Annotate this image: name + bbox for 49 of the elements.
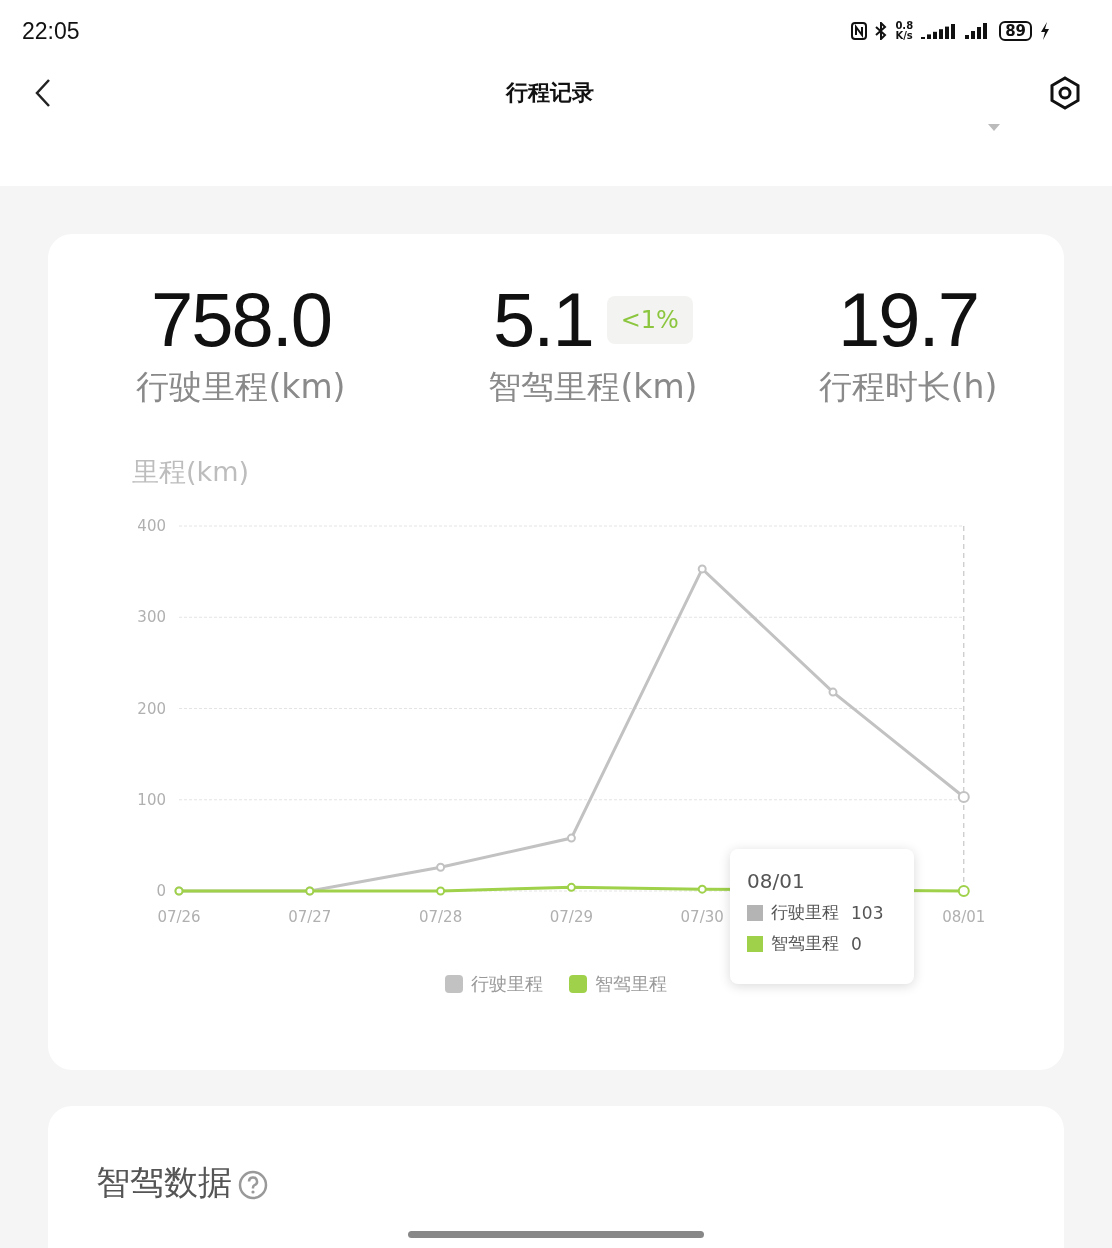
chart-axis-title: 里程(km) [132, 455, 250, 489]
stat-label: 智驾里程(km) [488, 366, 698, 408]
data-point [436, 886, 446, 896]
data-point [566, 833, 576, 843]
data-point [436, 862, 446, 872]
x-tick-label: 08/01 [942, 908, 986, 926]
net-speed-unit: K/s [895, 31, 914, 41]
tooltip-value: 103 [851, 902, 884, 923]
x-tick-label: 07/26 [157, 908, 201, 926]
x-tick-label: 07/30 [680, 908, 724, 926]
legend-item[interactable]: 智驾里程 [569, 972, 667, 996]
section-title: 智驾数据 [96, 1161, 232, 1204]
tooltip-series-name: 智驾里程 [771, 932, 839, 955]
stat-label: 行程时长(h) [818, 366, 998, 408]
settings-icon[interactable] [1048, 76, 1082, 110]
tooltip-series-name: 行驶里程 [771, 901, 839, 924]
x-tick-label: 07/29 [549, 908, 593, 926]
data-point [828, 687, 838, 697]
data-point [566, 882, 576, 892]
charging-icon [1040, 22, 1050, 40]
battery-level: 89 [999, 21, 1032, 41]
stat-value: 19.7 [838, 276, 978, 363]
help-icon[interactable] [238, 1170, 268, 1200]
x-tick-label: 07/28 [419, 908, 463, 926]
legend-item[interactable]: 行驶里程 [445, 972, 543, 996]
y-tick-label: 0 [156, 882, 166, 900]
y-tick-label: 100 [137, 790, 166, 809]
y-tick-label: 200 [137, 699, 166, 718]
back-icon[interactable] [34, 78, 52, 108]
tooltip-date: 08/01 [747, 869, 806, 893]
status-time: 22:05 [22, 17, 80, 45]
stat-label: 行驶里程(km) [136, 366, 346, 408]
data-point [697, 884, 707, 894]
bluetooth-icon [875, 22, 888, 40]
data-point [957, 791, 970, 803]
data-point [697, 564, 707, 574]
signal-icon [921, 23, 958, 39]
percentage-badge: <1% [606, 295, 693, 344]
page-title: 行程记录 [506, 79, 594, 107]
data-point [957, 885, 970, 897]
net-speed-value: 0.8 [895, 21, 914, 31]
stat-value: 5.1 [493, 276, 593, 363]
y-tick-label: 400 [137, 517, 166, 535]
y-tick-label: 300 [137, 608, 166, 627]
x-tick-label: 07/27 [288, 908, 332, 926]
nfc-icon [851, 22, 868, 40]
tooltip-value: 0 [851, 933, 862, 954]
stat-value: 758.0 [150, 276, 332, 363]
dropdown-caret-icon[interactable] [988, 124, 1000, 132]
